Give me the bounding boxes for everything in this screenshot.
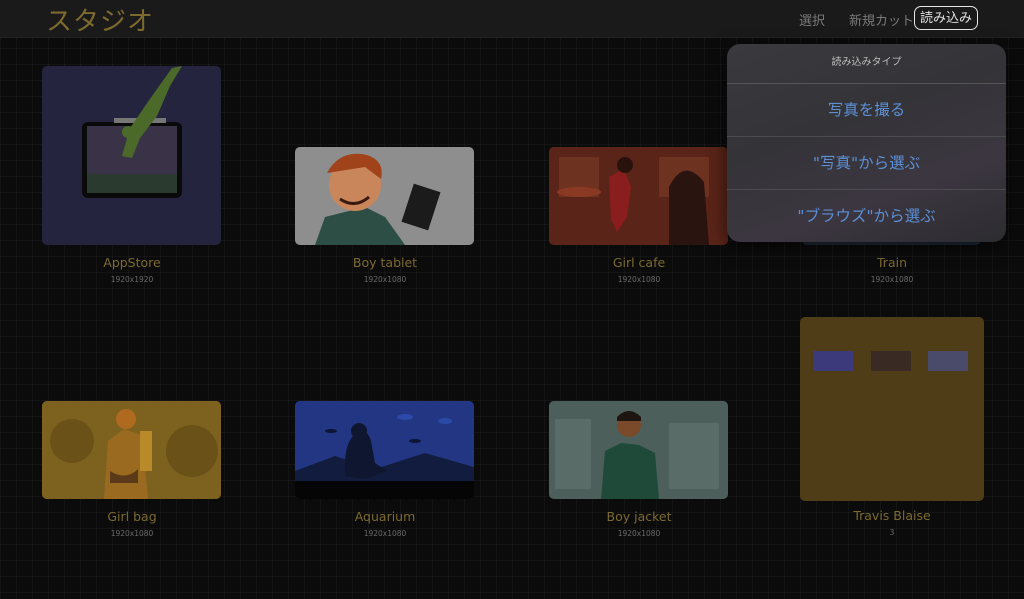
import-type-menu: 読み込みタイプ 写真を撮る "写真"から選ぶ "ブラウズ"から選ぶ <box>727 44 1006 242</box>
project-tile-aquarium[interactable]: Aquarium 1920x1080 <box>295 401 475 541</box>
project-name: Travis Blaise <box>853 508 931 523</box>
take-photo-option[interactable]: 写真を撮る <box>727 84 1006 137</box>
project-thumbnail[interactable] <box>549 147 728 245</box>
new-cut-button[interactable]: 新規カット <box>849 10 914 29</box>
project-name: Train <box>877 255 907 270</box>
folder-preview-1 <box>813 351 853 371</box>
import-button[interactable]: 読み込み <box>914 6 978 30</box>
choose-from-photos-option[interactable]: "写真"から選ぶ <box>727 137 1006 190</box>
project-name: Boy tablet <box>352 255 418 270</box>
app-title: スタジオ <box>46 7 155 37</box>
project-thumbnail[interactable] <box>42 401 221 499</box>
project-folder-travis-blaise[interactable]: Travis Blaise 3 <box>800 317 984 541</box>
folder-preview-2 <box>871 351 911 371</box>
project-size: 1920x1080 <box>363 529 407 538</box>
choose-from-browse-option[interactable]: "ブラウズ"から選ぶ <box>727 190 1006 242</box>
project-thumbnail[interactable] <box>42 66 221 245</box>
folder-thumbnail[interactable] <box>800 317 984 501</box>
project-tile-appstore[interactable]: AppStore 1920x1920 <box>42 66 222 286</box>
project-size: 1920x1920 <box>110 275 154 284</box>
project-size: 1920x1080 <box>617 275 661 284</box>
project-name: Girl cafe <box>612 255 666 270</box>
top-bar: スタジオ 選択 新規カット 読み込み <box>0 0 1024 38</box>
folder-preview-3 <box>928 351 968 371</box>
select-button[interactable]: 選択 <box>799 10 825 29</box>
project-thumbnail[interactable] <box>295 147 474 245</box>
project-name: AppStore <box>103 255 161 270</box>
project-thumbnail[interactable] <box>549 401 728 499</box>
project-tile-girl-bag[interactable]: Girl bag 1920x1080 <box>42 401 222 541</box>
project-size: 3 <box>889 528 895 537</box>
project-tile-boy-jacket[interactable]: Boy jacket 1920x1080 <box>549 401 729 541</box>
project-name: Aquarium <box>354 509 416 524</box>
project-tile-boy-tablet[interactable]: Boy tablet 1920x1080 <box>295 147 475 287</box>
project-name: Girl bag <box>107 509 157 524</box>
project-size: 1920x1080 <box>110 529 154 538</box>
project-size: 1920x1080 <box>363 275 407 284</box>
project-tile-girl-cafe[interactable]: Girl cafe 1920x1080 <box>549 147 729 287</box>
project-thumbnail[interactable] <box>295 401 474 499</box>
project-name: Boy jacket <box>606 509 672 524</box>
project-size: 1920x1080 <box>617 529 661 538</box>
project-size: 1920x1080 <box>870 275 914 284</box>
menu-title: 読み込みタイプ <box>727 44 1006 84</box>
